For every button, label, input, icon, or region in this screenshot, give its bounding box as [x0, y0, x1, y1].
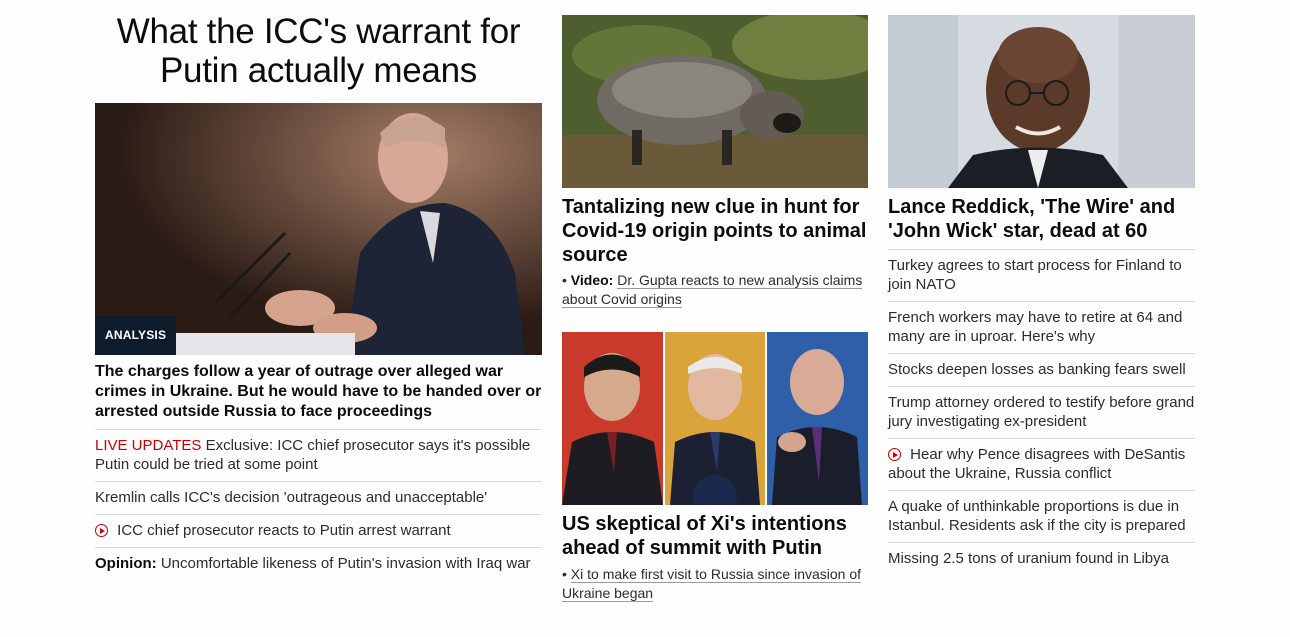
lead-headline-link[interactable]: What the ICC's warrant for Putin actuall… — [95, 12, 542, 90]
related-item-kremlin[interactable]: Kremlin calls ICC's decision 'outrageous… — [95, 481, 542, 514]
headline-istanbul-quake[interactable]: A quake of unthinkable proportions is du… — [888, 490, 1195, 542]
headline-text: Stocks deepen losses as banking fears sw… — [888, 361, 1186, 378]
lead-story: What the ICC's warrant for Putin actuall… — [95, 12, 542, 572]
live-updates-label: LIVE UPDATES — [95, 437, 202, 454]
headline-text: Turkey agrees to start process for Finla… — [888, 257, 1182, 293]
covid-origin-headline[interactable]: Tantalizing new clue in hunt for Covid-1… — [562, 195, 868, 267]
raccoon-dog-photo — [562, 15, 868, 188]
headline-stocks[interactable]: Stocks deepen losses as banking fears sw… — [888, 353, 1195, 386]
related-item-video[interactable]: ICC chief prosecutor reacts to Putin arr… — [95, 514, 542, 547]
headline-text: Trump attorney ordered to testify before… — [888, 394, 1195, 430]
headline-trump-attorney[interactable]: Trump attorney ordered to testify before… — [888, 386, 1195, 438]
play-icon — [95, 524, 108, 537]
lead-subhead[interactable]: The charges follow a year of outrage ove… — [95, 362, 542, 422]
lead-headline: What the ICC's warrant for Putin actuall… — [116, 12, 521, 90]
headline-text: French workers may have to retire at 64 … — [888, 309, 1183, 345]
lance-reddick-photo — [888, 15, 1195, 188]
lance-reddick-headline[interactable]: Lance Reddick, 'The Wire' and 'John Wick… — [888, 195, 1195, 243]
lance-reddick-image[interactable] — [888, 15, 1195, 188]
lead-image[interactable]: ANALYSIS — [95, 103, 542, 355]
related-item-text: Uncomfortable likeness of Putin's invasi… — [160, 555, 531, 572]
xi-intentions-headline[interactable]: US skeptical of Xi's intentions ahead of… — [562, 512, 868, 560]
headline-french-workers[interactable]: French workers may have to retire at 64 … — [888, 301, 1195, 353]
headline-text: A quake of unthinkable proportions is du… — [888, 498, 1186, 534]
related-item-text: Kremlin calls ICC's decision 'outrageous… — [95, 489, 488, 506]
headline-turkey-finland[interactable]: Turkey agrees to start process for Finla… — [888, 249, 1195, 301]
headline-pence-desantis[interactable]: Hear why Pence disagrees with DeSantis a… — [888, 438, 1195, 490]
headline-text: Hear why Pence disagrees with DeSantis a… — [888, 446, 1186, 482]
covid-video-link: • Video: Dr. Gupta reacts to new analysi… — [562, 272, 863, 308]
leaders-image[interactable] — [562, 332, 868, 505]
headline-uranium-libya[interactable]: Missing 2.5 tons of uranium found in Lib… — [888, 542, 1195, 575]
related-item-opinion[interactable]: Opinion: Uncomfortable likeness of Putin… — [95, 547, 542, 580]
raccoon-dog-image[interactable] — [562, 15, 868, 188]
related-item-text: ICC chief prosecutor reacts to Putin arr… — [117, 522, 451, 539]
xi-visit-link: • Xi to make first visit to Russia since… — [562, 566, 862, 602]
related-item-live-updates[interactable]: LIVE UPDATES Exclusive: ICC chief prosec… — [95, 429, 542, 481]
video-label: Video: — [570, 272, 614, 288]
opinion-label: Opinion: — [95, 555, 157, 572]
lead-related-list: LIVE UPDATES Exclusive: ICC chief prosec… — [95, 429, 542, 580]
right-headlines-list: Turkey agrees to start process for Finla… — [888, 249, 1195, 575]
xi-visit-text[interactable]: Xi to make first visit to Russia since i… — [562, 566, 862, 602]
xi-biden-putin-photo — [562, 332, 868, 505]
play-icon — [888, 448, 901, 461]
headline-text: Missing 2.5 tons of uranium found in Lib… — [888, 550, 1169, 567]
analysis-badge: ANALYSIS — [95, 316, 177, 355]
